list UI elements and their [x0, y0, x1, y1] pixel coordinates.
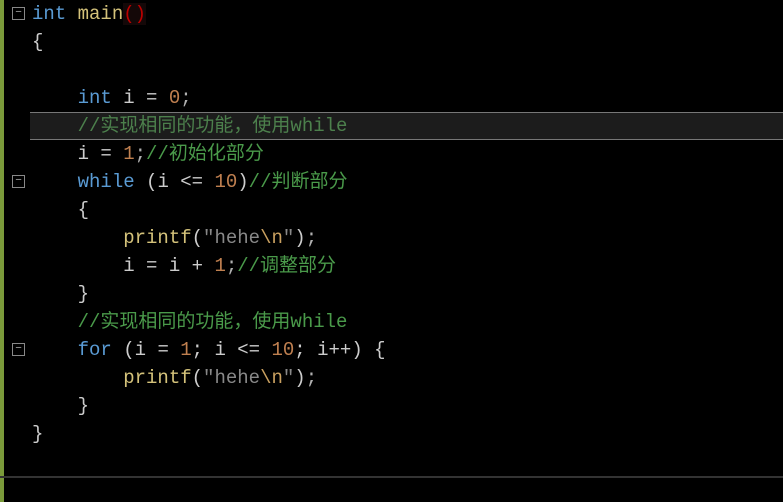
fold-toggle[interactable] [12, 343, 25, 356]
number: 1 [123, 143, 134, 165]
function-call: printf [123, 367, 191, 389]
code-area[interactable]: int main() { int i = 0; //实现相同的功能，使用whil… [30, 0, 783, 502]
code-line[interactable] [32, 56, 783, 84]
code-line[interactable]: } [32, 392, 783, 420]
code-line[interactable]: } [32, 280, 783, 308]
code-line[interactable]: i = 1;//初始化部分 [32, 140, 783, 168]
string: "hehe [203, 367, 260, 389]
code-line[interactable]: { [32, 28, 783, 56]
code-line[interactable]: //实现相同的功能，使用while [32, 112, 783, 140]
keyword: int [32, 3, 66, 25]
code-line[interactable]: int main() [32, 0, 783, 28]
paren: () [123, 3, 146, 25]
code-line[interactable]: //实现相同的功能，使用while [32, 308, 783, 336]
code-line[interactable]: } [32, 420, 783, 448]
comment: //初始化部分 [146, 143, 264, 165]
escape: \n [260, 227, 283, 249]
code-line[interactable]: printf("hehe\n"); [32, 364, 783, 392]
number: 1 [180, 339, 191, 361]
fold-toggle[interactable] [12, 7, 25, 20]
keyword: while [78, 171, 135, 193]
comment: //实现相同的功能，使用while [78, 311, 348, 333]
function-call: printf [123, 227, 191, 249]
brace: } [78, 283, 89, 305]
number: 10 [214, 171, 237, 193]
keyword: int [78, 87, 112, 109]
function-name: main [78, 3, 124, 25]
code-line[interactable]: int i = 0; [32, 84, 783, 112]
editor-border [0, 476, 783, 478]
fold-gutter [0, 0, 30, 502]
number: 1 [214, 255, 225, 277]
keyword: for [78, 339, 112, 361]
code-line[interactable]: while (i <= 10)//判断部分 [32, 168, 783, 196]
code-editor[interactable]: int main() { int i = 0; //实现相同的功能，使用whil… [0, 0, 783, 502]
comment: //实现相同的功能，使用while [78, 115, 348, 137]
comment: //调整部分 [237, 255, 336, 277]
code-line[interactable]: printf("hehe\n"); [32, 224, 783, 252]
code-line[interactable]: i = i + 1;//调整部分 [32, 252, 783, 280]
code-line[interactable]: for (i = 1; i <= 10; i++) { [32, 336, 783, 364]
fold-toggle[interactable] [12, 175, 25, 188]
brace: { [32, 31, 43, 53]
string: "hehe [203, 227, 260, 249]
comment: //判断部分 [249, 171, 348, 193]
brace: { [78, 199, 89, 221]
brace: } [32, 423, 43, 445]
code-line[interactable]: { [32, 196, 783, 224]
number: 0 [169, 87, 180, 109]
escape: \n [260, 367, 283, 389]
number: 10 [271, 339, 294, 361]
brace: } [78, 395, 89, 417]
